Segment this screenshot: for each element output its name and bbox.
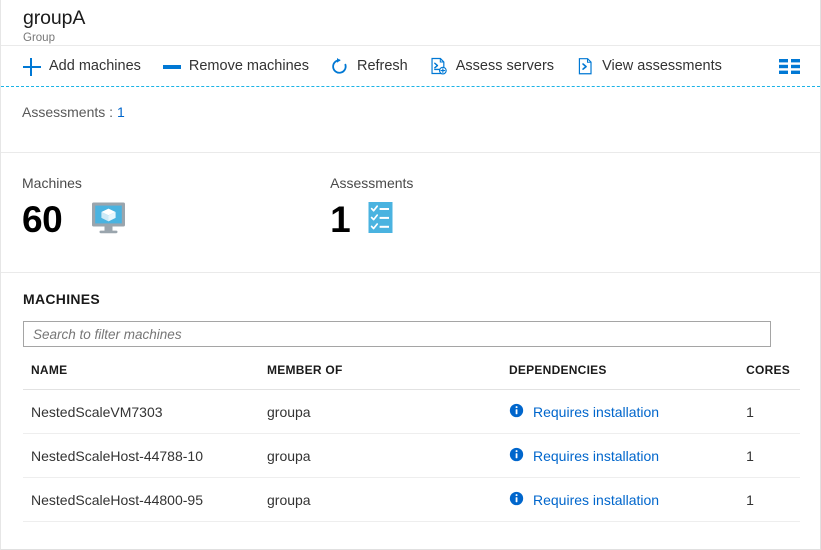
assessments-tile: Assessments 1 xyxy=(330,175,413,272)
cell-dependencies: Requires installation xyxy=(509,433,734,478)
column-header-dependencies[interactable]: DEPENDENCIES xyxy=(509,363,734,390)
cell-member-of: groupa xyxy=(267,433,509,478)
assessments-tile-value: 1 xyxy=(330,199,351,240)
cell-dependencies: Requires installation xyxy=(509,389,734,434)
assess-servers-icon xyxy=(429,57,449,77)
info-icon xyxy=(509,491,524,509)
machines-tile-label: Machines xyxy=(22,175,82,191)
column-header-name[interactable]: NAME xyxy=(23,363,267,390)
cell-dependencies: Requires installation xyxy=(509,477,734,522)
table-row[interactable]: NestedScaleHost-44788-10 groupa Requires… xyxy=(23,433,800,478)
minus-icon xyxy=(162,57,182,77)
add-machines-label: Add machines xyxy=(49,58,141,74)
blade-header: groupA Group xyxy=(1,0,820,46)
assessments-tile-label: Assessments xyxy=(330,175,414,191)
command-bar: Add machines Remove machines Refresh Ass… xyxy=(1,46,820,87)
cell-cores: 1 xyxy=(734,389,800,434)
checklist-icon xyxy=(367,201,394,239)
cell-name: NestedScaleHost-44800-95 xyxy=(23,477,267,522)
view-assessments-icon xyxy=(575,57,595,77)
column-header-cores[interactable]: CORES xyxy=(734,363,800,390)
view-assessments-label: View assessments xyxy=(602,58,722,74)
machines-tile-value: 60 xyxy=(22,199,63,240)
page-title: groupA xyxy=(23,7,86,29)
info-icon xyxy=(509,447,524,465)
add-machines-button[interactable]: Add machines xyxy=(22,57,141,77)
remove-machines-button[interactable]: Remove machines xyxy=(162,57,309,77)
filter-bar: Assessments : 1 xyxy=(1,87,820,153)
cell-name: NestedScaleVM7303 xyxy=(23,389,267,434)
column-header-member-of[interactable]: MEMBER OF xyxy=(267,363,509,390)
machines-tile: Machines 60 xyxy=(22,175,128,272)
table-row[interactable]: NestedScaleVM7303 groupa Requires instal… xyxy=(23,389,800,434)
refresh-button[interactable]: Refresh xyxy=(330,57,408,77)
refresh-icon xyxy=(330,57,350,77)
table-header-row: NAME MEMBER OF DEPENDENCIES CORES xyxy=(23,363,800,390)
column-options-button[interactable] xyxy=(779,58,820,76)
monitor-box-icon xyxy=(90,201,128,240)
search-input[interactable] xyxy=(23,321,771,347)
summary-tiles: Machines 60 Assessments 1 xyxy=(1,153,820,273)
cell-name: NestedScaleHost-44788-10 xyxy=(23,433,267,478)
assessments-filter-value[interactable]: 1 xyxy=(117,104,125,120)
cell-cores: 1 xyxy=(734,433,800,478)
requires-installation-link[interactable]: Requires installation xyxy=(533,492,659,508)
cell-member-of: groupa xyxy=(267,389,509,434)
refresh-label: Refresh xyxy=(356,58,408,74)
assess-servers-button[interactable]: Assess servers xyxy=(429,57,554,77)
remove-machines-label: Remove machines xyxy=(188,58,309,74)
column-options-icon xyxy=(779,58,801,76)
table-row[interactable]: NestedScaleHost-44800-95 groupa Requires… xyxy=(23,477,800,522)
plus-icon xyxy=(22,57,42,77)
cell-cores: 1 xyxy=(734,477,800,522)
page-subtitle: Group xyxy=(23,32,55,44)
assessments-filter-label: Assessments : xyxy=(22,104,114,120)
machines-section-title: MACHINES xyxy=(23,291,101,307)
machines-section: MACHINES NAME MEMBER OF DEPENDENCIES COR… xyxy=(1,273,820,522)
requires-installation-link[interactable]: Requires installation xyxy=(533,404,659,420)
info-icon xyxy=(509,403,524,421)
requires-installation-link[interactable]: Requires installation xyxy=(533,448,659,464)
cell-member-of: groupa xyxy=(267,477,509,522)
assess-servers-label: Assess servers xyxy=(455,58,555,74)
view-assessments-button[interactable]: View assessments xyxy=(575,57,722,77)
machines-table: NAME MEMBER OF DEPENDENCIES CORES Nested… xyxy=(23,363,800,522)
group-details-blade: groupA Group Add machines Remove machine… xyxy=(0,0,821,550)
